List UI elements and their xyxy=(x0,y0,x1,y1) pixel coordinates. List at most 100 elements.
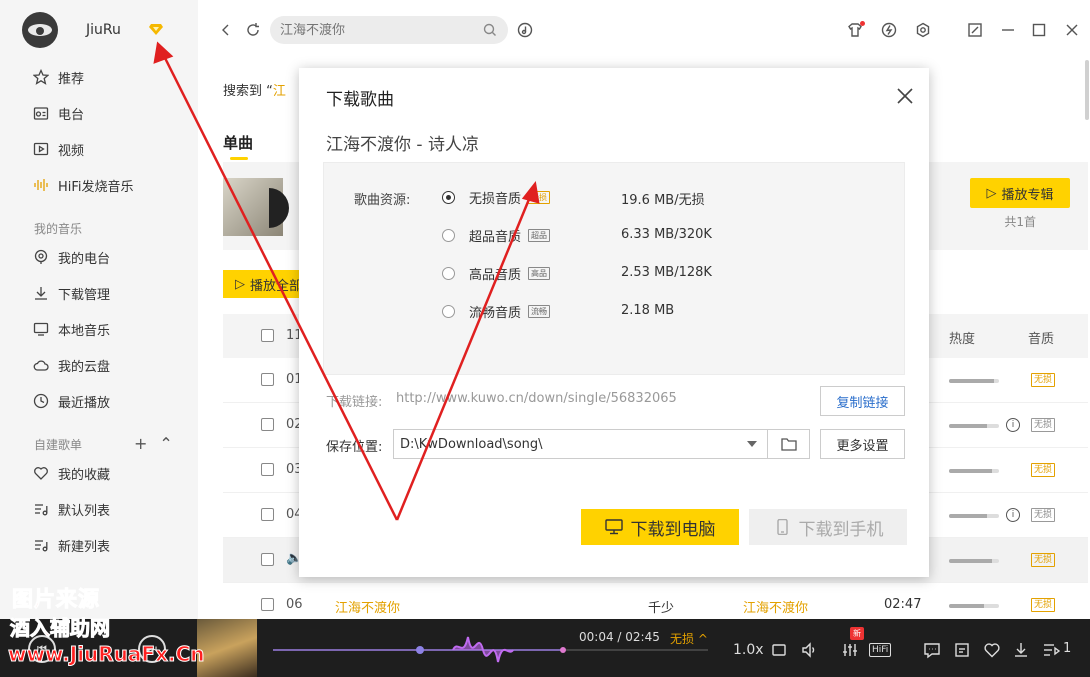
volume-button[interactable] xyxy=(800,641,818,659)
more-settings-button[interactable]: 更多设置 xyxy=(820,429,905,459)
sidebar-item-my-radio[interactable]: 我的电台 xyxy=(32,245,110,269)
username[interactable]: JiuRu xyxy=(86,22,121,38)
option-size: 2.18 MB xyxy=(621,303,675,318)
download-icon xyxy=(32,284,50,302)
album-link[interactable]: 江海不渡你 xyxy=(743,597,808,616)
download-link-label: 下载链接: xyxy=(326,395,383,410)
back-button[interactable] xyxy=(216,20,236,40)
boost-button[interactable] xyxy=(879,20,899,40)
sidebar-item-recent[interactable]: 最近播放 xyxy=(32,389,110,413)
close-window-button[interactable] xyxy=(1062,20,1082,40)
download-to-phone-button[interactable]: 下载到手机 xyxy=(749,509,907,545)
quality-badge: 无损 xyxy=(1031,508,1056,522)
sidebar-item-local[interactable]: 本地音乐 xyxy=(32,317,110,341)
option-super[interactable]: 超品音质 超品 xyxy=(442,225,551,245)
tab-single[interactable]: 单曲 xyxy=(223,132,253,153)
sidebar-item-default-list[interactable]: 默认列表 xyxy=(32,497,110,521)
favorite-button[interactable] xyxy=(983,641,1001,659)
row-checkbox[interactable] xyxy=(261,553,274,566)
sidebar-item-hifi[interactable]: HiFi发烧音乐 xyxy=(32,173,134,197)
play-all-label: 播放全部 xyxy=(250,278,303,294)
row-checkbox[interactable] xyxy=(261,598,274,611)
playlist-count: 1 xyxy=(1063,641,1072,656)
skin-button[interactable] xyxy=(845,20,865,40)
option-smooth[interactable]: 流畅音质 流畅 xyxy=(442,301,551,321)
song-title-link[interactable]: 江海不渡你 xyxy=(335,597,400,616)
playlist-add-icon xyxy=(32,536,50,554)
search-input[interactable] xyxy=(280,22,470,38)
song-recognition-button[interactable] xyxy=(515,20,535,40)
download-to-pc-button[interactable]: 下载到电脑 xyxy=(581,509,739,545)
vip-diamond-icon[interactable] xyxy=(149,23,163,35)
info-icon[interactable]: i xyxy=(1006,508,1020,522)
lyrics-button[interactable] xyxy=(953,641,971,659)
browse-folder-button[interactable] xyxy=(768,429,810,459)
option-label: 无损音质 xyxy=(469,191,522,207)
sidebar-item-label: 最近播放 xyxy=(58,395,111,411)
sidebar-item-radio[interactable]: 电台 xyxy=(32,101,84,125)
search-icon[interactable] xyxy=(482,22,498,38)
download-song-button[interactable] xyxy=(1012,641,1030,659)
quality-badge: 无损 xyxy=(1031,598,1056,612)
row-checkbox[interactable] xyxy=(261,418,274,431)
option-lossless[interactable]: 无损音质 无损 xyxy=(442,187,551,207)
sidebar-item-favorites[interactable]: 我的收藏 xyxy=(32,461,110,485)
save-path-select[interactable]: D:\KwDownload\song\ xyxy=(393,429,768,459)
quality-tag: 高品 xyxy=(528,266,551,280)
sidebar-item-label: 新建列表 xyxy=(58,539,111,555)
sidebar-item-new-list[interactable]: 新建列表 xyxy=(32,533,110,557)
play-all-button[interactable]: ▷ 播放全部 xyxy=(223,270,307,298)
sidebar-item-label: 我的电台 xyxy=(58,251,111,267)
gear-icon xyxy=(916,22,930,38)
row-checkbox[interactable] xyxy=(261,373,274,386)
playback-quality-selector[interactable]: 无损 ^ xyxy=(670,630,708,647)
dropdown-arrow-icon[interactable] xyxy=(747,441,757,447)
avatar[interactable] xyxy=(22,12,58,48)
play-album-button[interactable]: ▷ 播放专辑 xyxy=(970,178,1070,208)
heat-bar xyxy=(949,604,999,608)
sidebar-item-download[interactable]: 下载管理 xyxy=(32,281,110,305)
source-options-panel: 歌曲资源: 无损音质 无损 19.6 MB/无损 超品音质 超品 6.33 MB… xyxy=(323,162,905,375)
speed-button[interactable]: 1.0x xyxy=(733,642,764,658)
now-playing-cover[interactable] xyxy=(197,619,257,677)
sidebar-item-label: 下载管理 xyxy=(58,287,111,303)
sidebar-item-label: 我的云盘 xyxy=(58,359,111,375)
playlist-icon xyxy=(32,500,50,518)
minimize-button[interactable] xyxy=(998,20,1018,40)
monitor-icon xyxy=(604,519,623,535)
scrollbar-thumb[interactable] xyxy=(1085,60,1089,120)
hifi-button[interactable]: HiFi xyxy=(869,643,892,657)
radio-selected[interactable] xyxy=(442,190,455,204)
equalizer-button[interactable] xyxy=(841,641,859,659)
maximize-button[interactable] xyxy=(1029,20,1049,40)
radio-unselected[interactable] xyxy=(442,304,455,318)
settings-button[interactable] xyxy=(913,20,933,40)
playlist-button[interactable] xyxy=(1042,641,1061,659)
user-profile[interactable]: JiuRu xyxy=(22,12,121,48)
search-box[interactable] xyxy=(270,16,508,44)
comment-button[interactable] xyxy=(923,641,941,659)
sidebar-item-cloud[interactable]: 我的云盘 xyxy=(32,353,110,377)
sidebar-item-label: 视频 xyxy=(58,143,85,159)
copy-link-button[interactable]: 复制链接 xyxy=(820,386,905,416)
collapse-icon[interactable]: ⌃ xyxy=(159,434,172,453)
refresh-button[interactable] xyxy=(243,20,263,40)
mini-mode-button[interactable] xyxy=(965,20,985,40)
loop-mode-button[interactable] xyxy=(770,641,788,659)
radio-unselected[interactable] xyxy=(442,266,455,280)
heart-icon xyxy=(32,464,50,482)
select-all-checkbox[interactable] xyxy=(261,329,274,342)
row-checkbox[interactable] xyxy=(261,508,274,521)
dialog-close-button[interactable] xyxy=(896,87,916,107)
row-checkbox[interactable] xyxy=(261,463,274,476)
music-recognize-icon xyxy=(517,22,533,38)
sidebar-item-video[interactable]: 视频 xyxy=(32,137,84,161)
info-icon[interactable]: i xyxy=(1006,418,1020,432)
add-playlist-icon[interactable]: + xyxy=(134,434,147,453)
artist-link[interactable]: 千少 xyxy=(648,597,674,616)
sidebar-item-label: HiFi发烧音乐 xyxy=(58,179,134,195)
sidebar-item-recommend[interactable]: 推荐 xyxy=(32,65,84,89)
radio-unselected[interactable] xyxy=(442,228,455,242)
quality-tag: 无损 xyxy=(528,190,551,204)
option-high[interactable]: 高品音质 高品 xyxy=(442,263,551,283)
